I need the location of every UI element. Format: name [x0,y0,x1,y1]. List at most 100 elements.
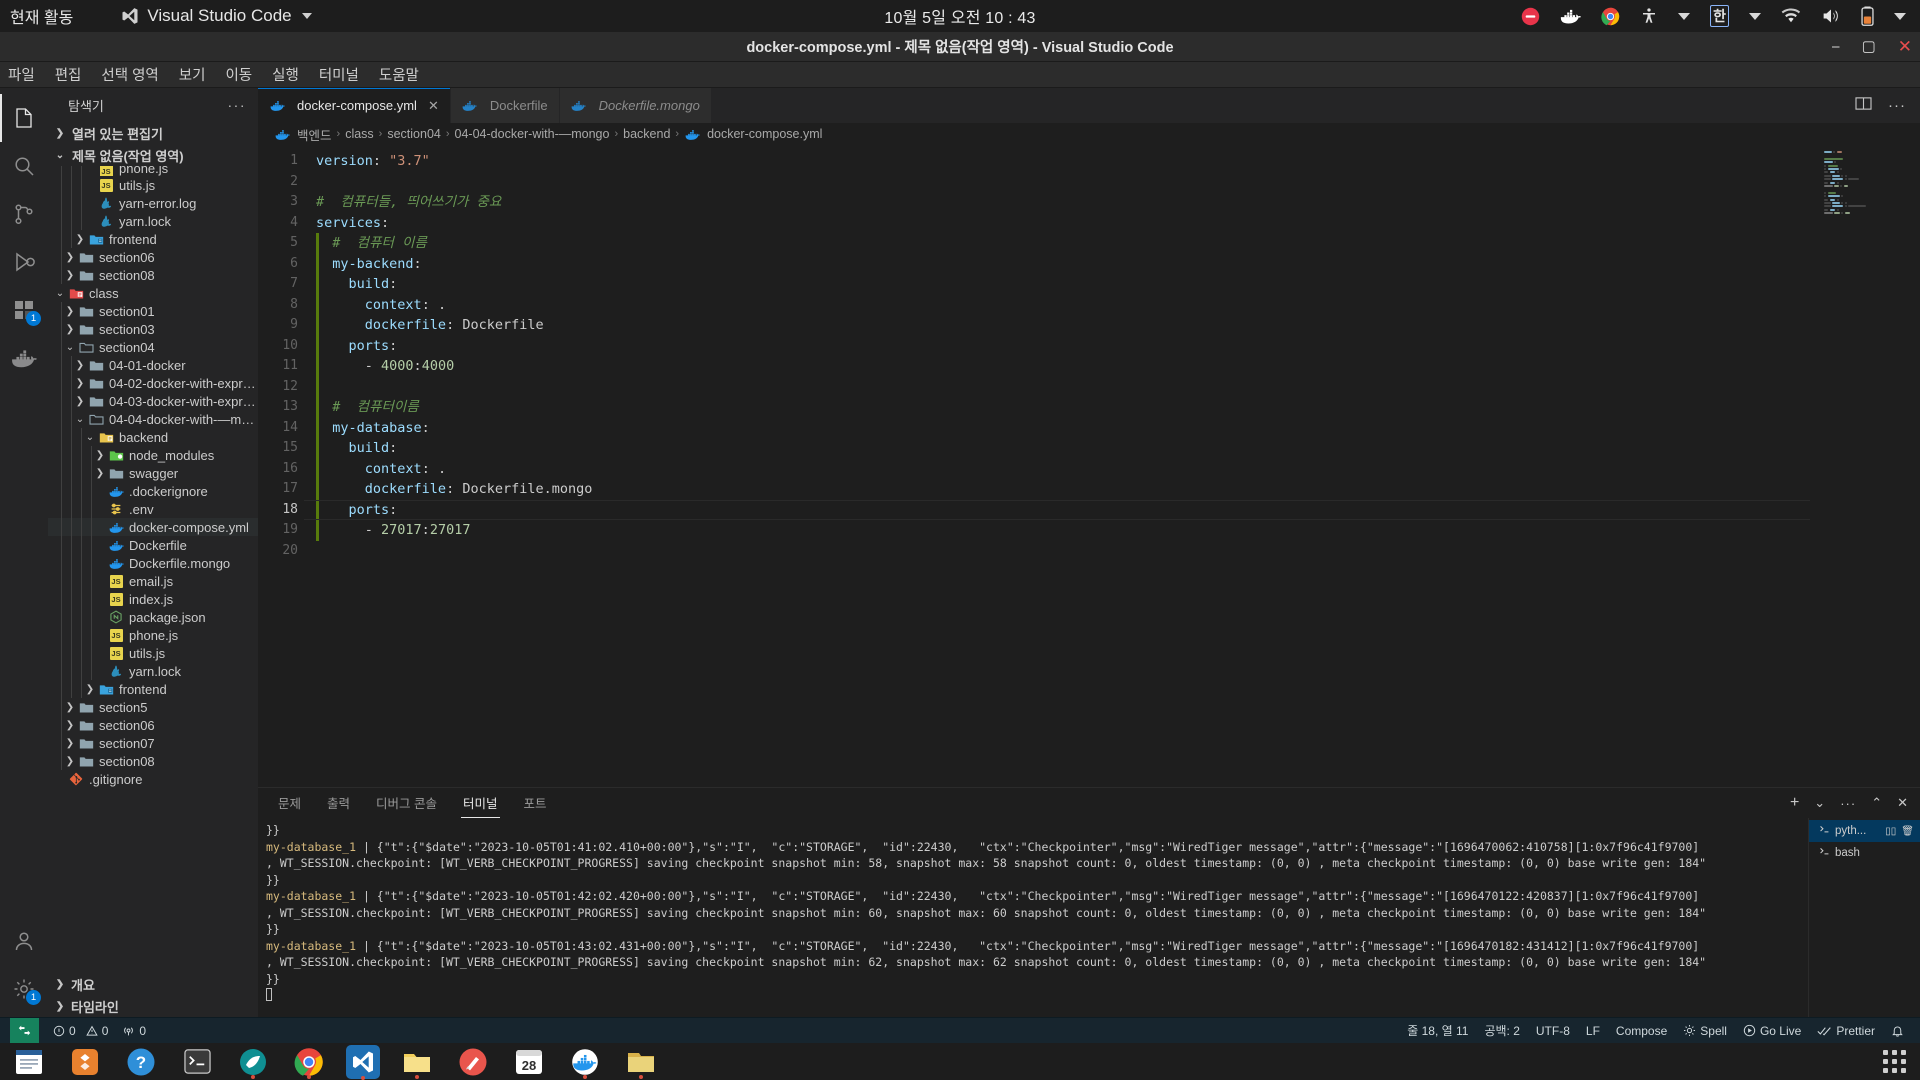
code-line[interactable]: 12 [258,376,1920,397]
code-line[interactable]: 11 - 4000:4000 [258,356,1920,377]
code-line[interactable]: 2 [258,172,1920,193]
tree-item[interactable]: .dockerignore [48,482,258,500]
app-files-yellow-icon[interactable] [398,1045,436,1079]
tree-item[interactable]: .env [48,500,258,518]
code-line[interactable]: 6 my-backend: [258,253,1920,275]
code-line[interactable]: 7 build: [258,274,1920,295]
tree-item[interactable]: .gitignore [48,770,258,788]
code-line[interactable]: 1 version: "3.7" [258,151,1920,172]
breadcrumb-item[interactable]: 백엔드 [274,125,332,144]
tree-item[interactable]: ❯ section06 [48,716,258,734]
chevron-right-icon[interactable]: ❯ [62,720,78,731]
code-line[interactable]: 14 my-database: [258,417,1920,438]
menu-edit[interactable]: 편집 [55,64,82,85]
accessibility-caret-icon[interactable] [1678,12,1691,20]
tree-item[interactable]: Dockerfile.mongo [48,554,258,572]
tree-item[interactable]: package.json [48,608,258,626]
chevron-right-icon[interactable]: ❯ [92,468,108,479]
chevron-down-icon[interactable]: ⌄ [82,432,98,443]
tree-item[interactable]: JS utils.js [48,644,258,662]
tree-item[interactable]: JS utils.js [48,176,258,194]
split-icon[interactable]: ▯▯ [1885,826,1896,837]
fold-gutter[interactable] [300,500,316,521]
new-terminal-icon[interactable]: + [1790,794,1799,812]
chevron-right-icon[interactable]: ❯ [62,702,78,713]
language-mode[interactable]: Compose [1616,1024,1667,1038]
tree-item[interactable]: ❯ 04-01-docker [48,356,258,374]
tree-item[interactable]: ⌄ backend [48,428,258,446]
chevron-right-icon[interactable]: ❯ [72,234,88,245]
tree-item[interactable]: yarn.lock [48,662,258,680]
menu-view[interactable]: 보기 [179,64,206,85]
panel-tab-output[interactable]: 출력 [325,788,352,818]
tree-item[interactable]: ❯ swagger [48,464,258,482]
tree-item[interactable]: ⌄ 04-04-docker-with-—mongo [48,410,258,428]
code-line[interactable]: 17 dockerfile: Dockerfile.mongo [258,479,1920,500]
activity-settings[interactable]: 1 [0,965,48,1013]
activity-run-debug[interactable] [0,238,48,286]
code-line[interactable]: 19 - 27017:27017 [258,520,1920,541]
sidebar-more-actions-icon[interactable]: ··· [228,97,247,113]
breadcrumb-item[interactable]: class [345,127,373,141]
breadcrumb-item[interactable]: 04-04-docker-with-—mongo [455,127,610,141]
remote-indicator[interactable] [10,1017,39,1044]
activity-extensions[interactable]: 1 [0,286,48,334]
tree-item[interactable]: ❯ 04-02-docker-with-express [48,374,258,392]
chevron-right-icon[interactable]: ❯ [62,324,78,335]
chevron-down-icon[interactable]: ⌄ [62,342,78,353]
menu-file[interactable]: 파일 [8,64,35,85]
volume-icon[interactable] [1821,7,1841,25]
app-chrome-icon[interactable] [290,1045,328,1079]
tree-item[interactable]: yarn-error.log [48,194,258,212]
panel-tab-problems[interactable]: 문제 [276,788,303,818]
spell-checker[interactable]: Spell [1683,1024,1727,1038]
problems-indicator[interactable]: 0 0 [53,1024,108,1038]
fold-gutter[interactable] [300,459,316,480]
tab-docker-compose-yml[interactable]: docker-compose.yml ✕ [258,88,451,123]
code-line[interactable]: 5 # 컴퓨터 이름 [258,233,1920,254]
trash-icon[interactable]: 🗑 [1901,826,1914,837]
tree-item[interactable]: JS email.js [48,572,258,590]
tree-item[interactable]: ❯ node_modules [48,446,258,464]
menu-run[interactable]: 실행 [272,64,299,85]
app-vscode-icon[interactable] [346,1044,380,1080]
code-line[interactable]: 20 [258,541,1920,562]
fold-gutter[interactable] [300,295,316,316]
section-timeline[interactable]: ❯ 타임라인 [48,995,258,1017]
fold-gutter[interactable] [300,254,316,275]
tree-item[interactable]: yarn.lock [48,212,258,230]
system-menu-caret-icon[interactable] [1894,12,1906,20]
fold-gutter[interactable] [300,356,316,377]
split-editor-icon[interactable] [1855,96,1872,116]
chevron-right-icon[interactable]: ❯ [82,684,98,695]
tree-item[interactable]: ❯ frontend [48,680,258,698]
input-method-caret-icon[interactable] [1749,12,1761,20]
code-line[interactable]: 15 build: [258,438,1920,459]
code-line[interactable]: 4 services: [258,213,1920,234]
menu-terminal[interactable]: 터미널 [319,64,359,85]
chevron-right-icon[interactable]: ❯ [72,360,88,371]
tree-item[interactable]: ❯ section5 [48,698,258,716]
activity-docker[interactable] [0,334,48,382]
app-browser-icon[interactable] [234,1045,272,1079]
fold-gutter[interactable] [300,274,316,295]
docker-icon[interactable] [1560,7,1582,25]
chevron-right-icon[interactable]: ❯ [92,450,108,461]
tree-item[interactable]: ⌄ section04 [48,338,258,356]
encoding[interactable]: UTF-8 [1536,1024,1570,1038]
accessibility-icon[interactable] [1640,7,1658,25]
fold-gutter[interactable] [300,479,316,500]
do-not-disturb-icon[interactable] [1521,7,1540,26]
eol[interactable]: LF [1586,1024,1600,1038]
code-line[interactable]: 13 # 컴퓨터이름 [258,397,1920,418]
chevron-right-icon[interactable]: ❯ [62,756,78,767]
tree-item[interactable]: ❯ section06 [48,248,258,266]
tree-item[interactable]: Dockerfile [48,536,258,554]
chevron-right-icon[interactable]: ❯ [62,306,78,317]
app-docker-icon[interactable] [566,1045,604,1079]
maximize-panel-icon[interactable]: ⌃ [1871,795,1882,811]
code-line[interactable]: 16 context: . [258,458,1920,480]
fold-gutter[interactable] [300,151,316,172]
tree-item[interactable]: JS phone.js [48,626,258,644]
app-help-icon[interactable]: ? [122,1045,160,1078]
